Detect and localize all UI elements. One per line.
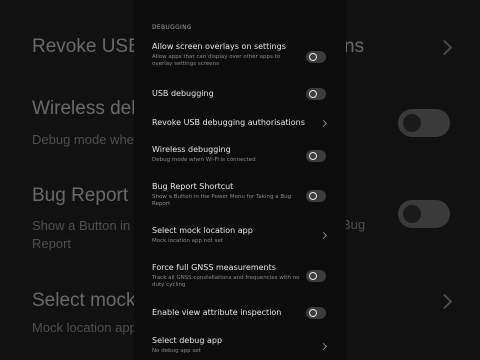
setting-subtitle: No debug app set (152, 348, 201, 354)
setting-title: Revoke USB debugging authorisations (152, 118, 305, 127)
setting-subtitle: Mock location app not set (152, 238, 223, 244)
background-chevron-icon (436, 39, 453, 56)
setting-subtitle: Show a Button in the Power Menu for Taki… (152, 194, 292, 207)
toggle-view-attribute-inspection[interactable] (306, 307, 326, 319)
background-sub-bug-report-2: Report (32, 236, 72, 251)
background-title-revoke-usb: Revoke USB (32, 36, 141, 57)
background-title-fragment: ns (344, 36, 365, 57)
background-toggle-icon (398, 200, 450, 228)
setting-subtitle: Allow apps that can display over other a… (152, 54, 281, 67)
background-sub-wireless: Debug mode whe (32, 132, 134, 147)
setting-subtitle: Debug mode when Wi-Fi is connected (152, 157, 256, 163)
background-title-wireless: Wireless deb (32, 98, 142, 119)
toggle-usb-debugging[interactable] (306, 88, 326, 100)
background-sub-bug-report-1: Show a Button in (32, 218, 131, 233)
setting-title: Select debug app (152, 336, 223, 345)
toggle-knob-icon (309, 309, 317, 317)
setting-title: Select mock location app (152, 226, 253, 235)
toggle-force-full-gnss[interactable] (306, 270, 326, 282)
toggle-knob-icon (309, 152, 317, 160)
setting-subtitle: Track all GNSS constellations and freque… (152, 275, 300, 288)
toggle-allow-screen-overlays[interactable] (306, 51, 326, 63)
toggle-knob-icon (309, 90, 317, 98)
background-title-select-mock: Select mock (32, 290, 136, 311)
developer-options-panel: DEBUGGING Allow screen overlays on setti… (134, 0, 346, 360)
toggle-knob-icon (309, 53, 317, 61)
setting-revoke-usb-authorisations[interactable]: Revoke USB debugging authorisations (152, 118, 342, 128)
background-sub-select-mock: Mock location app (32, 320, 137, 335)
toggle-knob-icon (309, 272, 317, 280)
toggle-wireless-debugging[interactable] (306, 150, 326, 162)
setting-select-debug-app[interactable]: Select debug app No debug app set (152, 336, 342, 355)
toggle-bug-report-shortcut[interactable] (306, 190, 326, 202)
background-title-bug-report: Bug Report (32, 185, 129, 206)
setting-select-mock-location-app[interactable]: Select mock location app Mock location a… (152, 226, 342, 245)
background-chevron-icon (436, 293, 453, 310)
toggle-knob-icon (309, 192, 317, 200)
section-header-debugging: DEBUGGING (152, 24, 192, 31)
background-toggle-icon (398, 109, 450, 137)
